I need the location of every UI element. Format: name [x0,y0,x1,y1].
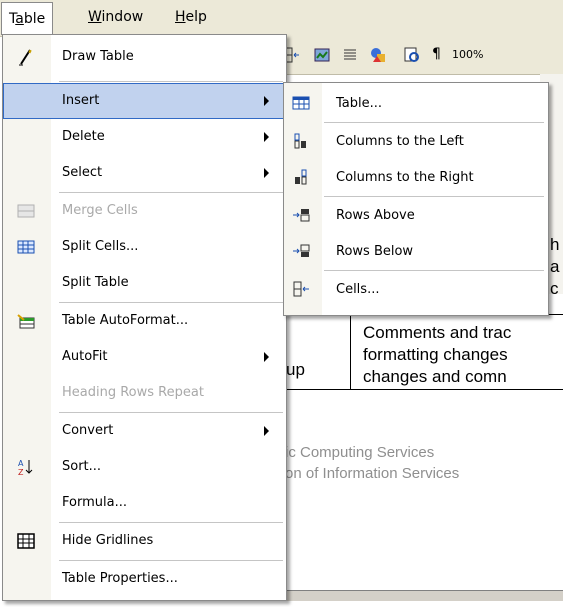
doc-cell-line: changes and comn [363,367,507,386]
menu-bar: Table Window Help [0,0,563,37]
menu-item-label: Formula... [62,495,127,510]
menu-item-label: Split Table [62,275,129,290]
menu-item-label: Convert [62,423,114,438]
menu-item-formula[interactable]: Formula... [3,485,286,521]
insert-table-icon [292,96,310,110]
chart-icon[interactable] [314,47,330,63]
submenu-item-columns-left[interactable]: Columns to the Left [284,123,548,159]
sort-az-icon: AZ [18,459,33,476]
table-border [350,314,351,390]
menu-item-label: Delete [62,129,105,144]
menu-item-merge-cells[interactable]: Merge Cells [3,193,286,229]
submenu-item-rows-above[interactable]: Rows Above [284,197,548,233]
svg-text:Z: Z [18,468,24,476]
submenu-arrow-icon [264,132,269,142]
menu-item-label: Sort... [62,459,102,474]
document-map-icon[interactable] [404,47,420,63]
doc-cell-left: up [286,360,305,379]
submenu-arrow-icon [264,96,269,106]
autoformat-icon [17,314,35,329]
insert-submenu: Table... Columns to the Left Columns to … [283,82,549,316]
menu-item-split-table[interactable]: Split Table [3,265,286,301]
menubar-window[interactable]: Window [88,9,143,25]
doc-footer-line: ic Computing Services [285,444,435,461]
gridlines-icon [17,533,35,549]
menu-item-draw-table[interactable]: Draw Table [3,39,286,75]
menu-item-label: Select [62,165,103,180]
menu-item-convert[interactable]: Convert [3,413,286,449]
doc-cell-line: Comments and trac [363,323,512,342]
menu-item-label: Table Properties... [62,571,178,586]
submenu-arrow-icon [264,352,269,362]
submenu-item-rows-below[interactable]: Rows Below [284,233,548,269]
menu-item-autoformat[interactable]: Table AutoFormat... [3,303,286,339]
submenu-item-label: Cells... [336,282,380,297]
menu-item-label: Hide Gridlines [62,533,154,548]
submenu-item-columns-right[interactable]: Columns to the Right [284,159,548,195]
menu-item-split-cells[interactable]: Split Cells... [3,229,286,265]
menu-item-label: Table AutoFormat... [62,313,189,328]
submenu-item-label: Table... [336,96,383,111]
menu-item-table-properties[interactable]: Table Properties... [3,561,286,597]
menu-item-label: Insert [62,93,100,108]
submenu-arrow-icon [264,426,269,436]
doc-cell-line: formatting changes [363,345,508,364]
submenu-arrow-icon [264,168,269,178]
menu-item-delete[interactable]: Delete [3,119,286,155]
menu-item-sort[interactable]: AZ Sort... [3,449,286,485]
insert-cells-icon [293,281,309,297]
menu-item-label: Heading Rows Repeat [62,385,204,400]
columns-right-icon [295,169,307,185]
columns-icon[interactable] [342,47,358,63]
doc-partial-text: h [550,235,560,254]
columns-left-icon [294,133,306,149]
submenu-item-table[interactable]: Table... [284,85,548,121]
doc-partial-text: a [550,257,560,276]
menu-item-select[interactable]: Select [3,155,286,191]
merge-cells-icon [17,204,35,218]
menu-item-label: Merge Cells [62,203,138,218]
pencil-icon [19,49,32,66]
submenu-item-label: Rows Below [336,244,414,259]
table-menu: Draw Table Insert Delete Select Merge Ce… [2,34,287,601]
menubar-table[interactable]: Table [1,2,54,35]
menu-separator [59,81,283,82]
submenu-item-cells[interactable]: Cells... [284,271,548,307]
doc-partial-text: c [550,279,559,298]
zoom-box[interactable]: 100% [452,48,483,61]
doc-footer-line: on of Information Services [285,465,460,482]
submenu-item-label: Columns to the Left [336,134,464,149]
menu-item-label: AutoFit [62,349,108,364]
rows-above-icon [293,209,310,222]
menu-item-label: Split Cells... [62,239,139,254]
menu-item-insert[interactable]: Insert [3,83,286,119]
menubar-help[interactable]: Help [175,9,207,25]
menu-item-label: Draw Table [62,49,134,64]
menu-item-hide-gridlines[interactable]: Hide Gridlines [3,523,286,559]
submenu-item-label: Columns to the Right [336,170,474,185]
pilcrow-icon[interactable]: ¶ [432,46,441,62]
rows-below-icon [293,244,310,257]
menu-item-heading-rows-repeat[interactable]: Heading Rows Repeat [3,375,286,411]
split-cells-icon [17,240,35,254]
svg-text:A: A [18,459,24,468]
menu-item-autofit[interactable]: AutoFit [3,339,286,375]
drawing-icon[interactable] [370,47,386,63]
submenu-item-label: Rows Above [336,208,415,223]
